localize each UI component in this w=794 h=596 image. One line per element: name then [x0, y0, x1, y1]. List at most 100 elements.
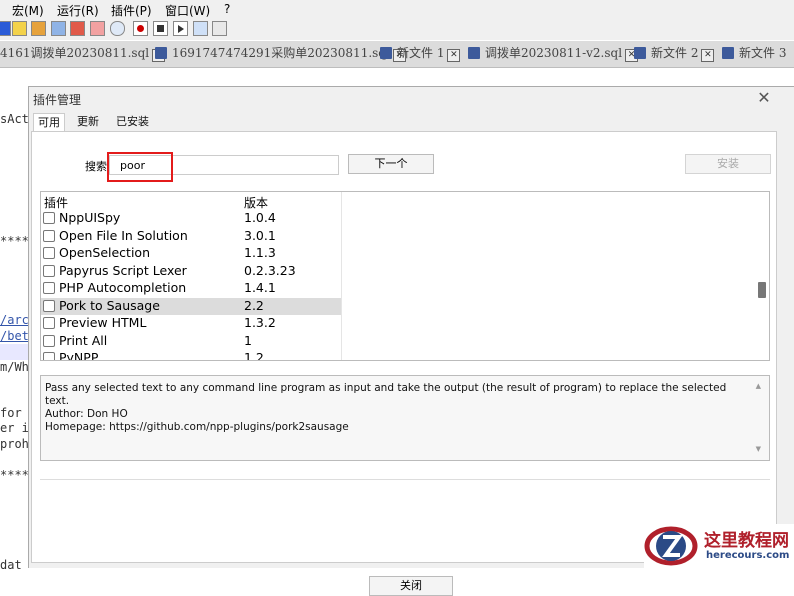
list-item[interactable]: NppUISpy 1.0.4: [41, 210, 341, 227]
watermark-logo-icon: [644, 526, 698, 566]
menu-plugins[interactable]: 插件(P): [111, 2, 152, 19]
function-list-icon[interactable]: [70, 21, 85, 36]
code-line: er i: [0, 421, 29, 435]
next-button[interactable]: 下一个: [348, 154, 434, 174]
save-disk-icon: [155, 47, 167, 59]
plugin-name: Papyrus Script Lexer: [59, 262, 187, 278]
tab-updates[interactable]: 更新: [73, 113, 103, 131]
plugin-version: 2.2: [244, 297, 264, 313]
document-tab-bar: 4161调拨单20230811.sql✕ 1691747474291采购单202…: [0, 41, 794, 68]
plugin-checkbox[interactable]: [43, 212, 55, 224]
plugin-checkbox[interactable]: [43, 264, 55, 277]
code-line: proh: [0, 437, 29, 451]
monitor-eye-icon[interactable]: [110, 21, 125, 36]
plugin-checkbox[interactable]: [43, 334, 55, 347]
save-disk-icon: [634, 47, 646, 59]
description-author: Author: Don HO: [45, 408, 128, 420]
list-item[interactable]: Papyrus Script Lexer 0.2.3.23: [41, 263, 341, 280]
plugin-version: 1.2: [244, 350, 264, 361]
plugin-name: Pork to Sausage: [59, 297, 160, 313]
tab-installed[interactable]: 已安装: [112, 113, 153, 131]
list-item[interactable]: PyNPP 1.2: [41, 350, 341, 361]
tab-document[interactable]: 调拨单20230811-v2.sql ✕: [468, 44, 639, 64]
plugins-admin-dialog: 插件管理 ✕ 可用 更新 已安装 搜索 下一个 安装 插件 版本 NppUISp…: [28, 86, 794, 596]
tab-document[interactable]: 新文件 3: [722, 44, 786, 64]
plugin-version: 1.3.2: [244, 315, 276, 330]
plugin-description: Pass any selected text to any command li…: [40, 375, 770, 461]
code-line: m/Wh: [0, 360, 29, 374]
plugin-checkbox[interactable]: [43, 299, 55, 312]
close-tab-icon[interactable]: ✕: [701, 49, 715, 62]
menu-bar: 宏(M) 运行(R) 插件(P) 窗口(W) ?: [0, 0, 794, 18]
list-item[interactable]: PHP Autocompletion 1.4.1: [41, 280, 341, 297]
wrap-icon[interactable]: [31, 21, 46, 36]
list-item[interactable]: Open File In Solution 3.0.1: [41, 228, 341, 245]
dialog-title: 插件管理: [33, 93, 82, 107]
code-line: /arc: [0, 313, 29, 327]
plugin-version: 0.2.3.23: [244, 262, 296, 278]
plugin-name: Preview HTML: [59, 315, 147, 330]
scroll-up-icon[interactable]: ▲: [756, 380, 761, 393]
watermark-url: herecours.com: [706, 550, 790, 561]
save-disk-icon: [380, 47, 392, 59]
menu-help[interactable]: ?: [224, 2, 230, 16]
scroll-down-icon[interactable]: ▼: [756, 443, 761, 456]
tab-document[interactable]: 新文件 2 ✕: [634, 44, 715, 64]
list-item[interactable]: OpenSelection 1.1.3: [41, 245, 341, 262]
close-button[interactable]: 关闭: [369, 576, 453, 596]
save-disk-icon: [468, 47, 480, 59]
plugin-checkbox[interactable]: [43, 282, 55, 294]
code-line: ****: [0, 468, 29, 482]
indent-icon[interactable]: [0, 21, 11, 36]
code-line: sAct: [0, 112, 29, 126]
plugin-name: NppUISpy: [59, 210, 121, 225]
code-line: dat: [0, 558, 22, 572]
plugin-name: Print All: [59, 332, 108, 348]
folder-workspace-icon[interactable]: [90, 21, 105, 36]
tab-document[interactable]: 1691747474291采购单20230811.sql ✕: [155, 44, 406, 64]
plugin-name: OpenSelection: [59, 245, 150, 260]
column-header-plugin[interactable]: 插件: [44, 194, 68, 211]
tab-available[interactable]: 可用: [33, 113, 65, 132]
document-map-icon[interactable]: [51, 21, 66, 36]
save-macro-icon[interactable]: [212, 21, 227, 36]
install-button[interactable]: 安装: [685, 154, 771, 174]
plugin-name: PyNPP: [59, 350, 99, 361]
stop-record-icon[interactable]: [153, 21, 168, 36]
list-item[interactable]: Print All 1: [41, 333, 341, 350]
search-label: 搜索: [85, 160, 107, 173]
plugin-checkbox[interactable]: [43, 317, 55, 329]
search-input[interactable]: [109, 155, 339, 175]
code-line: /bet: [0, 329, 29, 343]
folder-icon[interactable]: [12, 21, 27, 36]
record-macro-icon[interactable]: [133, 21, 148, 36]
toolbar: [0, 18, 794, 40]
play-macro-icon[interactable]: [173, 21, 188, 36]
column-divider: [341, 192, 342, 360]
menu-window[interactable]: 窗口(W): [165, 2, 210, 19]
code-line: for: [0, 406, 22, 420]
list-item-selected[interactable]: Pork to Sausage 2.2: [41, 297, 341, 315]
plugin-version: 1.1.3: [244, 245, 276, 260]
plugin-checkbox[interactable]: [43, 247, 55, 259]
close-tab-icon[interactable]: ✕: [447, 49, 461, 62]
plugin-list: 插件 版本 NppUISpy 1.0.4 Open File In Soluti…: [40, 191, 770, 361]
plugin-name: PHP Autocompletion: [59, 280, 187, 295]
tab-document[interactable]: 新文件 1 ✕: [380, 44, 461, 64]
save-disk-icon: [722, 47, 734, 59]
description-text: Pass any selected text to any command li…: [45, 382, 727, 407]
plugin-version: 1.0.4: [244, 210, 276, 225]
divider: [40, 479, 770, 480]
list-header: 插件 版本: [41, 192, 341, 210]
list-scrollbar-thumb[interactable]: [758, 282, 766, 298]
close-icon[interactable]: ✕: [756, 90, 772, 106]
menu-run[interactable]: 运行(R): [57, 2, 99, 19]
tab-document[interactable]: 4161调拨单20230811.sql✕: [0, 44, 166, 64]
menu-macro[interactable]: 宏(M): [12, 2, 44, 19]
list-item[interactable]: Preview HTML 1.3.2: [41, 315, 341, 332]
column-header-version[interactable]: 版本: [244, 194, 268, 211]
plugin-version: 3.0.1: [244, 227, 276, 243]
plugin-checkbox[interactable]: [43, 229, 55, 242]
play-multiple-icon[interactable]: [193, 21, 208, 36]
plugin-checkbox[interactable]: [43, 352, 55, 360]
